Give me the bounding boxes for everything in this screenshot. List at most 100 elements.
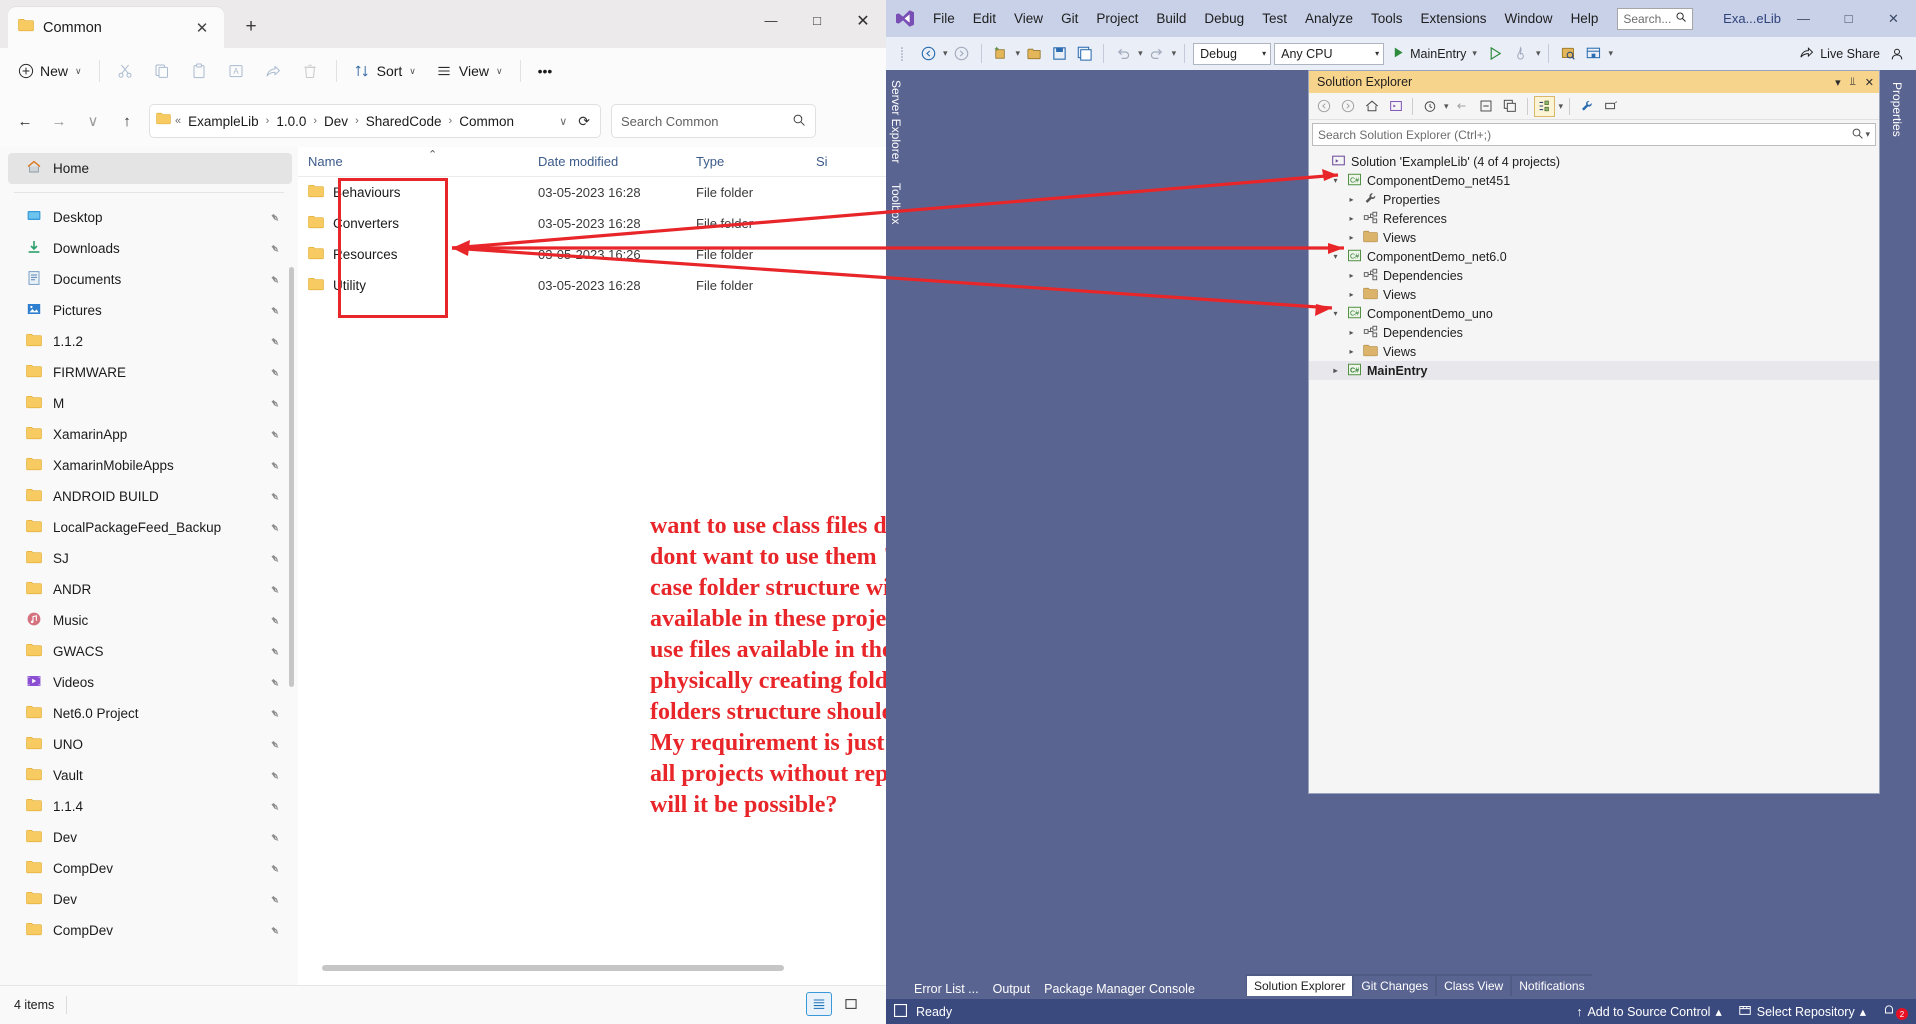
address-bar[interactable]: « ExampleLib › 1.0.0 › Dev › SharedCode … xyxy=(149,104,601,138)
select-element-icon[interactable] xyxy=(1557,43,1579,65)
expand-twisty-icon[interactable]: ▾ xyxy=(1329,252,1342,261)
preview-selected-items-icon[interactable] xyxy=(1600,96,1621,117)
sidebar-item-dev[interactable]: Dev ✒ xyxy=(8,822,292,853)
account-icon[interactable] xyxy=(1886,43,1908,65)
pin-icon[interactable]: ✒ xyxy=(266,364,283,381)
expand-twisty-icon[interactable]: ▸ xyxy=(1329,366,1342,375)
layout-window-icon[interactable] xyxy=(1582,43,1604,65)
pin-icon[interactable]: ✒ xyxy=(266,457,283,474)
chevron-down-icon[interactable]: ▾ xyxy=(1536,48,1541,59)
menu-file[interactable]: File xyxy=(924,7,964,30)
menu-build[interactable]: Build xyxy=(1147,7,1195,30)
menu-git[interactable]: Git xyxy=(1052,7,1087,30)
properties-icon[interactable] xyxy=(1576,96,1597,117)
hot-reload-icon[interactable] xyxy=(1510,43,1532,65)
chevron-down-icon[interactable]: ▾ xyxy=(1608,48,1613,59)
solution-explorer-search-input[interactable]: Search Solution Explorer (Ctrl+;) ▾ xyxy=(1312,123,1876,146)
close-icon[interactable]: ✕ xyxy=(840,0,886,41)
breadcrumb-2[interactable]: Dev xyxy=(321,114,351,129)
tree-node-dependencies[interactable]: ▸ Dependencies xyxy=(1309,323,1879,342)
pin-icon[interactable]: ✒ xyxy=(266,240,283,257)
tree-node-componentdemo-net6.0[interactable]: ▾ C# ComponentDemo_net6.0 xyxy=(1309,247,1879,266)
pin-icon[interactable]: ✒ xyxy=(266,550,283,567)
tiles-view-icon[interactable] xyxy=(838,992,864,1016)
maximize-icon[interactable]: □ xyxy=(794,0,840,41)
menu-window[interactable]: Window xyxy=(1496,7,1562,30)
chevron-down-icon[interactable]: ▾ xyxy=(1016,48,1021,59)
cut-button[interactable] xyxy=(108,54,143,88)
add-to-source-control-button[interactable]: ↑ Add to Source Control ▴ xyxy=(1576,1004,1722,1020)
menu-project[interactable]: Project xyxy=(1087,7,1147,30)
menu-extensions[interactable]: Extensions xyxy=(1412,7,1496,30)
menu-test[interactable]: Test xyxy=(1253,7,1296,30)
menu-help[interactable]: Help xyxy=(1562,7,1608,30)
collapse-all-icon[interactable] xyxy=(1476,96,1497,117)
forward-button[interactable]: → xyxy=(43,105,75,137)
undo-icon[interactable] xyxy=(1112,43,1134,65)
pin-icon[interactable]: ✒ xyxy=(266,891,283,908)
breadcrumb-3[interactable]: SharedCode xyxy=(363,114,445,129)
more-options-button[interactable]: ••• xyxy=(529,54,562,88)
solution-configuration-select[interactable]: Debug ▾ xyxy=(1193,42,1272,65)
rename-button[interactable]: A xyxy=(219,54,254,88)
rail-tab-toolbox[interactable]: Toolbox xyxy=(886,173,906,234)
sidebar-item-gwacs[interactable]: GWACS ✒ xyxy=(8,636,292,667)
sidebar-item-documents[interactable]: Documents ✒ xyxy=(8,264,292,295)
sidebar-item-downloads[interactable]: Downloads ✒ xyxy=(8,233,292,264)
menu-tools[interactable]: Tools xyxy=(1362,7,1412,30)
forward-icon[interactable] xyxy=(1337,96,1358,117)
details-view-icon[interactable] xyxy=(806,992,832,1016)
breadcrumb-4[interactable]: Common xyxy=(456,114,517,129)
column-header-type[interactable]: Type xyxy=(686,154,806,169)
start-debugging-button[interactable]: MainEntry ▾ xyxy=(1387,46,1482,62)
expand-twisty-icon[interactable]: ▾ xyxy=(1329,176,1342,185)
vs-search-input[interactable]: Search... xyxy=(1617,7,1694,30)
tree-node-references[interactable]: ▸ References xyxy=(1309,209,1879,228)
tree-node-views[interactable]: ▸ Views xyxy=(1309,228,1879,247)
save-all-icon[interactable] xyxy=(1073,43,1095,65)
recent-locations-button[interactable]: ∨ xyxy=(77,105,109,137)
pin-icon[interactable]: ✒ xyxy=(266,519,283,536)
sidebar-item-1-1-2[interactable]: 1.1.2 ✒ xyxy=(8,326,292,357)
menu-debug[interactable]: Debug xyxy=(1195,7,1253,30)
back-icon[interactable] xyxy=(1313,96,1334,117)
tab-package-manager-console[interactable]: Package Manager Console xyxy=(1044,982,1195,996)
expand-twisty-icon[interactable]: ▸ xyxy=(1345,214,1358,223)
sidebar-item-firmware[interactable]: FIRMWARE ✒ xyxy=(8,357,292,388)
menu-view[interactable]: View xyxy=(1005,7,1052,30)
chevron-down-icon[interactable]: ▾ xyxy=(1172,48,1177,59)
new-button[interactable]: New ∨ xyxy=(8,54,91,88)
rail-tab-properties[interactable]: Properties xyxy=(1880,70,1904,137)
tree-node-mainentry[interactable]: ▸ C# MainEntry xyxy=(1309,361,1879,380)
sidebar-item-pictures[interactable]: Pictures ✒ xyxy=(8,295,292,326)
pin-icon[interactable]: ✒ xyxy=(266,271,283,288)
breadcrumb-overflow[interactable]: « xyxy=(174,115,182,127)
close-icon[interactable]: ✕ xyxy=(190,16,214,40)
expand-twisty-icon[interactable]: ▸ xyxy=(1345,195,1358,204)
select-repository-button[interactable]: Select Repository ▴ xyxy=(1738,1003,1866,1020)
sidebar-item-vault[interactable]: Vault ✒ xyxy=(8,760,292,791)
pin-icon[interactable]: ✒ xyxy=(266,922,283,939)
rail-tab-server-explorer[interactable]: Server Explorer xyxy=(886,70,906,173)
pin-icon[interactable]: ✒ xyxy=(266,395,283,412)
live-share-button[interactable]: Live Share xyxy=(1799,43,1916,65)
sidebar-item-desktop[interactable]: Desktop ✒ xyxy=(8,202,292,233)
sidebar-item-localpackagefeed-backup[interactable]: LocalPackageFeed_Backup ✒ xyxy=(8,512,292,543)
sidebar-item-net6-0-project[interactable]: Net6.0 Project ✒ xyxy=(8,698,292,729)
sort-button[interactable]: Sort ∨ xyxy=(345,54,425,88)
chevron-down-icon[interactable]: ▾ xyxy=(1559,101,1564,112)
pin-icon[interactable]: ✒ xyxy=(266,302,283,319)
expand-twisty-icon[interactable]: ▸ xyxy=(1345,347,1358,356)
chevron-down-icon[interactable]: ▾ xyxy=(1835,76,1841,89)
minimize-icon[interactable]: — xyxy=(1781,0,1826,37)
pin-icon[interactable]: ✒ xyxy=(266,674,283,691)
breadcrumb-1[interactable]: 1.0.0 xyxy=(273,114,309,129)
sidebar-item-m[interactable]: M ✒ xyxy=(8,388,292,419)
column-header-name[interactable]: Name ⌃ xyxy=(298,149,528,169)
pin-icon[interactable]: ✒ xyxy=(266,829,283,846)
pin-icon[interactable]: ✒ xyxy=(266,581,283,598)
sidebar-item-compdev[interactable]: CompDev ✒ xyxy=(8,915,292,946)
tab-class-view[interactable]: Class View xyxy=(1437,976,1511,996)
sidebar-item-videos[interactable]: Videos ✒ xyxy=(8,667,292,698)
up-button[interactable]: ↑ xyxy=(111,105,143,137)
